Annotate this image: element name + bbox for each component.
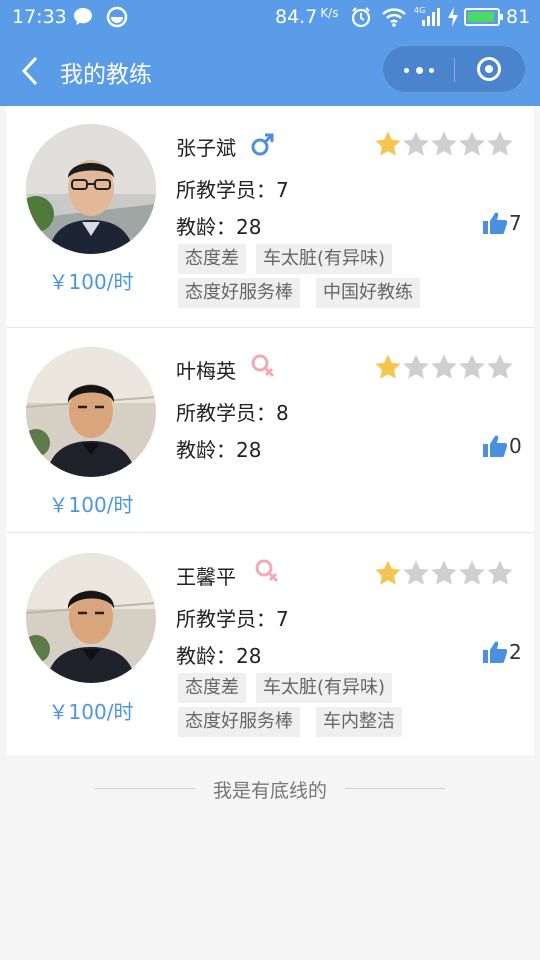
years-value: 28: [236, 644, 262, 668]
review-tag: 态度好服务棒: [178, 707, 300, 737]
back-icon[interactable]: [18, 52, 46, 90]
like-number: 2: [509, 640, 522, 664]
footer-text: 我是有底线的: [212, 780, 327, 802]
signal-icon: [422, 8, 440, 26]
alarm-icon: [351, 7, 371, 28]
students-label: 所教学员：: [176, 178, 276, 202]
dot-icon: [416, 67, 423, 74]
review-tag: 车太脏(有异味): [256, 244, 393, 274]
star-empty-icon: [459, 560, 485, 585]
page-title: 我的教练: [60, 62, 152, 88]
star-empty-icon: [403, 131, 429, 156]
avatar: [26, 553, 156, 683]
message-icon: [74, 8, 92, 25]
rating-stars: [374, 559, 516, 587]
star-filled-icon: [375, 354, 401, 379]
nav-bar: 我的教练: [0, 36, 540, 106]
coach-name: 张子斌: [176, 136, 236, 160]
students-count: 8: [276, 401, 289, 425]
years-value: 28: [236, 215, 262, 239]
students-row: 所教学员：8: [176, 397, 289, 426]
coach-card[interactable]: ￥100/时 王馨平 所教学员：7 教龄：28 2 态度差 车太脏(有异味) 态…: [6, 533, 534, 755]
star-empty-icon: [403, 560, 429, 585]
star-empty-icon: [431, 131, 457, 156]
thumbs-up-icon: [483, 641, 508, 663]
star-empty-icon: [403, 354, 429, 379]
more-button[interactable]: [383, 46, 454, 94]
female-icon: [251, 354, 275, 378]
star-empty-icon: [459, 131, 485, 156]
charging-icon: [448, 7, 458, 27]
coach-card[interactable]: ￥100/时 张子斌 所教学员：7 教龄：28 7 态度差 车太脏(有异味) 态…: [6, 106, 534, 327]
close-miniprogram-button[interactable]: [455, 46, 525, 94]
review-tag: 态度差: [178, 673, 246, 703]
hourly-price: ￥100/时: [48, 493, 134, 517]
star-empty-icon: [431, 560, 457, 585]
thumbs-up-icon: [483, 435, 508, 457]
review-tag: 态度好服务棒: [178, 278, 300, 308]
years-row: 教龄：28: [176, 640, 261, 669]
network-speed: 84.7 K/s: [275, 6, 339, 28]
years-label: 教龄：: [176, 215, 236, 239]
like-number: 0: [509, 434, 522, 458]
avatar: [26, 124, 156, 254]
star-empty-icon: [459, 354, 485, 379]
wifi-icon: [382, 8, 406, 27]
battery-level: 81: [506, 6, 531, 28]
students-row: 所教学员：7: [176, 174, 289, 203]
coach-card[interactable]: ￥100/时 叶梅英 所教学员：8 教龄：28 0: [6, 328, 534, 532]
battery-icon: [464, 8, 503, 26]
footer-line-right: [345, 788, 445, 789]
review-tag: 车太脏(有异味): [256, 673, 393, 703]
target-dot: [485, 65, 493, 73]
star-empty-icon: [487, 131, 513, 156]
years-label: 教龄：: [176, 644, 236, 668]
dot-icon: [404, 68, 409, 73]
rating-stars: [374, 130, 516, 158]
star-empty-icon: [487, 354, 513, 379]
students-label: 所教学员：: [176, 607, 276, 631]
years-row: 教龄：28: [176, 211, 261, 240]
star-empty-icon: [431, 354, 457, 379]
dot-icon: [429, 68, 434, 73]
star-empty-icon: [487, 560, 513, 585]
rating-stars: [374, 353, 516, 381]
app-notification-icon: [106, 6, 128, 28]
students-count: 7: [276, 178, 289, 202]
students-row: 所教学员：7: [176, 603, 289, 632]
years-label: 教龄：: [176, 438, 236, 462]
avatar: [26, 347, 156, 477]
hourly-price: ￥100/时: [48, 270, 134, 294]
star-filled-icon: [375, 131, 401, 156]
status-time: 17:33: [12, 6, 67, 28]
app-header: 17:33 84.7 K/s 4G 81 我的教练: [0, 0, 540, 106]
coach-name: 王馨平: [176, 565, 236, 589]
review-tag: 态度差: [178, 244, 246, 274]
like-number: 7: [509, 211, 522, 235]
review-tag: 中国好教练: [316, 278, 420, 308]
coach-name: 叶梅英: [176, 359, 236, 383]
students-count: 7: [276, 607, 289, 631]
list-end-footer: 我是有底线的: [0, 776, 540, 806]
male-icon: [251, 133, 274, 156]
capsule-menu: [382, 45, 526, 93]
star-filled-icon: [375, 560, 401, 585]
review-tag: 车内整洁: [316, 707, 402, 737]
hourly-price: ￥100/时: [48, 700, 134, 724]
years-row: 教龄：28: [176, 434, 261, 463]
years-value: 28: [236, 438, 262, 462]
thumbs-up-icon: [483, 212, 508, 234]
female-icon: [255, 559, 279, 583]
status-bar: 17:33 84.7 K/s 4G 81: [0, 0, 540, 36]
students-label: 所教学员：: [176, 401, 276, 425]
